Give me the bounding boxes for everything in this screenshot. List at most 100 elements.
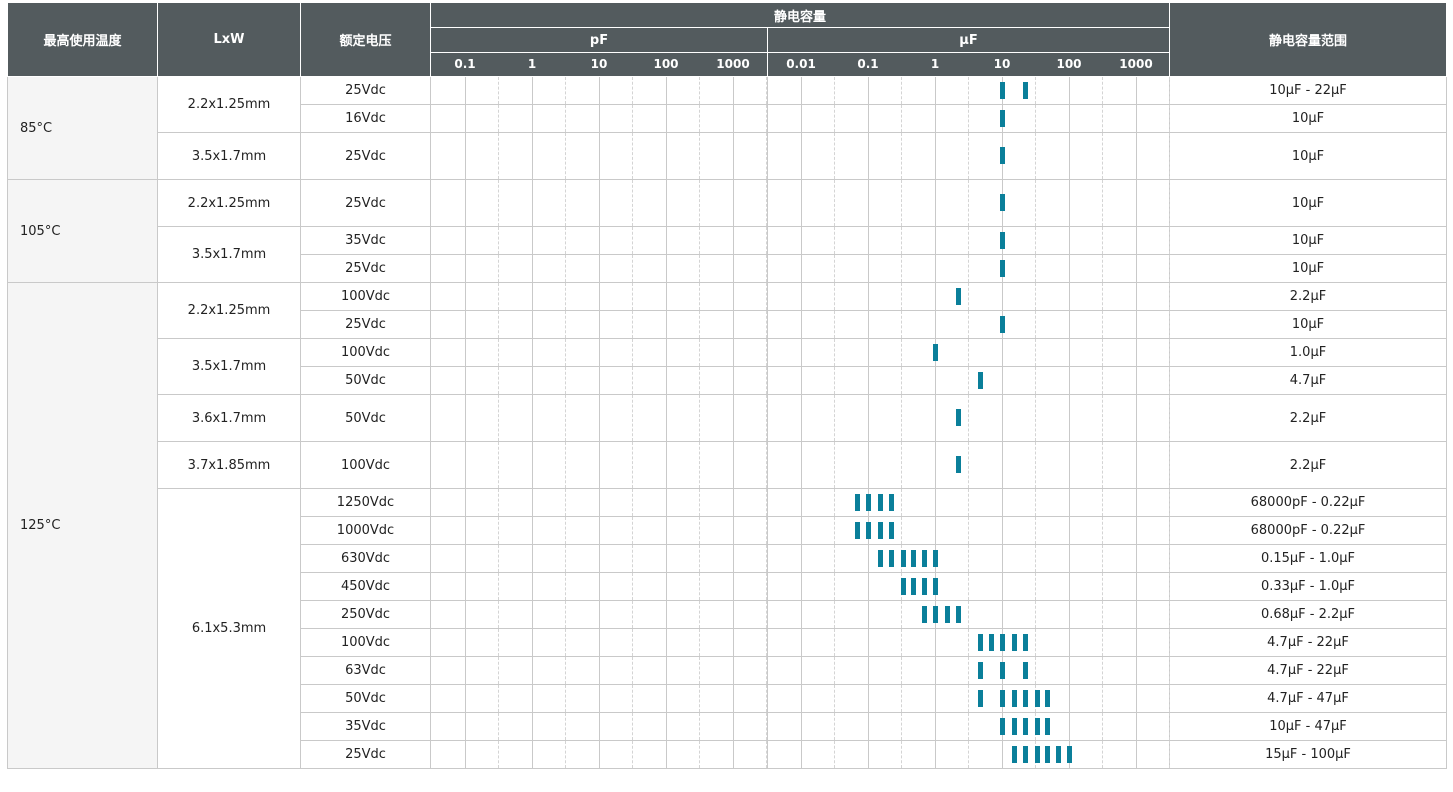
grid-line-major <box>1069 573 1070 600</box>
pf-tick-label: 10 <box>590 57 608 71</box>
grid-line-major <box>666 657 667 684</box>
uf-chart-cell <box>767 179 1170 227</box>
pf-chart-cell <box>430 516 768 545</box>
capacitance-mark <box>1000 661 1005 679</box>
grid-line-major <box>733 395 734 441</box>
grid-line-minor <box>565 133 566 179</box>
grid-line-major <box>935 227 936 254</box>
grid-line-major <box>733 657 734 684</box>
grid-line-major <box>666 395 667 441</box>
grid-line-minor <box>565 545 566 572</box>
grid-line-major <box>532 339 533 366</box>
capacitance-mark <box>933 577 938 595</box>
grid-line-major <box>666 685 667 712</box>
voltage-cell: 16Vdc <box>300 104 431 133</box>
grid-line-major <box>868 77 869 104</box>
grid-line-minor <box>968 545 969 572</box>
grid-line-minor <box>1035 311 1036 338</box>
grid-line-minor <box>1169 311 1170 338</box>
grid-line-minor <box>1102 601 1103 628</box>
grid-line-major <box>465 367 466 394</box>
grid-line-minor <box>498 311 499 338</box>
grid-line-major <box>465 517 466 544</box>
grid-line-minor <box>699 77 700 104</box>
grid-line-major <box>666 227 667 254</box>
size-cell: 2.2x1.25mm <box>157 179 301 227</box>
capacitance-range-cell: 10μF <box>1169 104 1447 133</box>
grid-line-minor <box>632 339 633 366</box>
grid-line-major <box>532 573 533 600</box>
grid-line-minor <box>968 629 969 656</box>
grid-line-major <box>1002 367 1003 394</box>
table-row: 3.7x1.85mm 100Vdc 2.2μF <box>8 441 1447 489</box>
pf-chart-cell <box>430 394 768 442</box>
grid-line-major <box>801 133 802 179</box>
grid-line-minor <box>834 517 835 544</box>
grid-line-minor <box>1169 105 1170 132</box>
grid-line-major <box>1069 545 1070 572</box>
grid-line-minor <box>498 629 499 656</box>
size-cell: 3.5x1.7mm <box>157 338 301 395</box>
grid-line-major <box>465 573 466 600</box>
grid-line-major <box>1069 311 1070 338</box>
grid-line-minor <box>1169 133 1170 179</box>
uf-tick-label: 0.1 <box>857 57 879 71</box>
grid-line-major <box>666 339 667 366</box>
grid-line-minor <box>901 133 902 179</box>
grid-line-minor <box>1035 545 1036 572</box>
grid-line-major <box>599 573 600 600</box>
grid-line-major <box>1069 367 1070 394</box>
grid-line-minor <box>699 133 700 179</box>
grid-line-minor <box>498 339 499 366</box>
grid-line-major <box>532 227 533 254</box>
grid-line-major <box>801 713 802 740</box>
uf-chart-cell <box>767 740 1170 769</box>
grid-line-minor <box>901 105 902 132</box>
grid-line-minor <box>632 77 633 104</box>
voltage-cell: 25Vdc <box>300 254 431 283</box>
grid-line-minor <box>1035 283 1036 310</box>
capacitance-mark <box>1000 315 1005 333</box>
grid-line-minor <box>901 311 902 338</box>
grid-line-minor <box>834 180 835 226</box>
grid-line-minor <box>632 601 633 628</box>
capacitance-range-cell: 10μF <box>1169 254 1447 283</box>
grid-line-major <box>1069 227 1070 254</box>
grid-line-major <box>935 283 936 310</box>
grid-line-major <box>935 367 936 394</box>
grid-line-minor <box>699 517 700 544</box>
capacitance-mark <box>1000 717 1005 735</box>
grid-line-minor <box>834 395 835 441</box>
capacitance-mark <box>877 493 883 511</box>
pf-chart-cell <box>430 132 768 180</box>
grid-line-minor <box>1035 442 1036 488</box>
grid-line-minor <box>1035 105 1036 132</box>
grid-line-minor <box>968 601 969 628</box>
capacitance-range-cell: 10μF - 22μF <box>1169 76 1447 105</box>
grid-line-minor <box>699 629 700 656</box>
grid-line-major <box>465 255 466 282</box>
grid-line-major <box>599 105 600 132</box>
grid-line-major <box>1069 255 1070 282</box>
grid-line-major <box>1136 180 1137 226</box>
grid-line-minor <box>901 629 902 656</box>
grid-line-minor <box>632 741 633 768</box>
grid-line-minor <box>498 105 499 132</box>
grid-line-minor <box>968 180 969 226</box>
grid-line-major <box>465 657 466 684</box>
grid-line-major <box>1069 657 1070 684</box>
voltage-cell: 250Vdc <box>300 600 431 629</box>
grid-line-major <box>1069 601 1070 628</box>
grid-line-minor <box>834 489 835 516</box>
grid-line-major <box>935 105 936 132</box>
grid-line-minor <box>901 442 902 488</box>
grid-line-minor <box>1102 517 1103 544</box>
voltage-cell: 630Vdc <box>300 544 431 573</box>
capacitance-mark <box>1000 689 1005 707</box>
grid-line-minor <box>1102 133 1103 179</box>
grid-line-major <box>532 741 533 768</box>
grid-line-minor <box>632 311 633 338</box>
capacitance-range-cell: 4.7μF - 22μF <box>1169 656 1447 685</box>
grid-line-major <box>1136 629 1137 656</box>
table-row: 85°C 2.2x1.25mm 25Vdc 10μF - 22μF <box>7 76 1447 180</box>
